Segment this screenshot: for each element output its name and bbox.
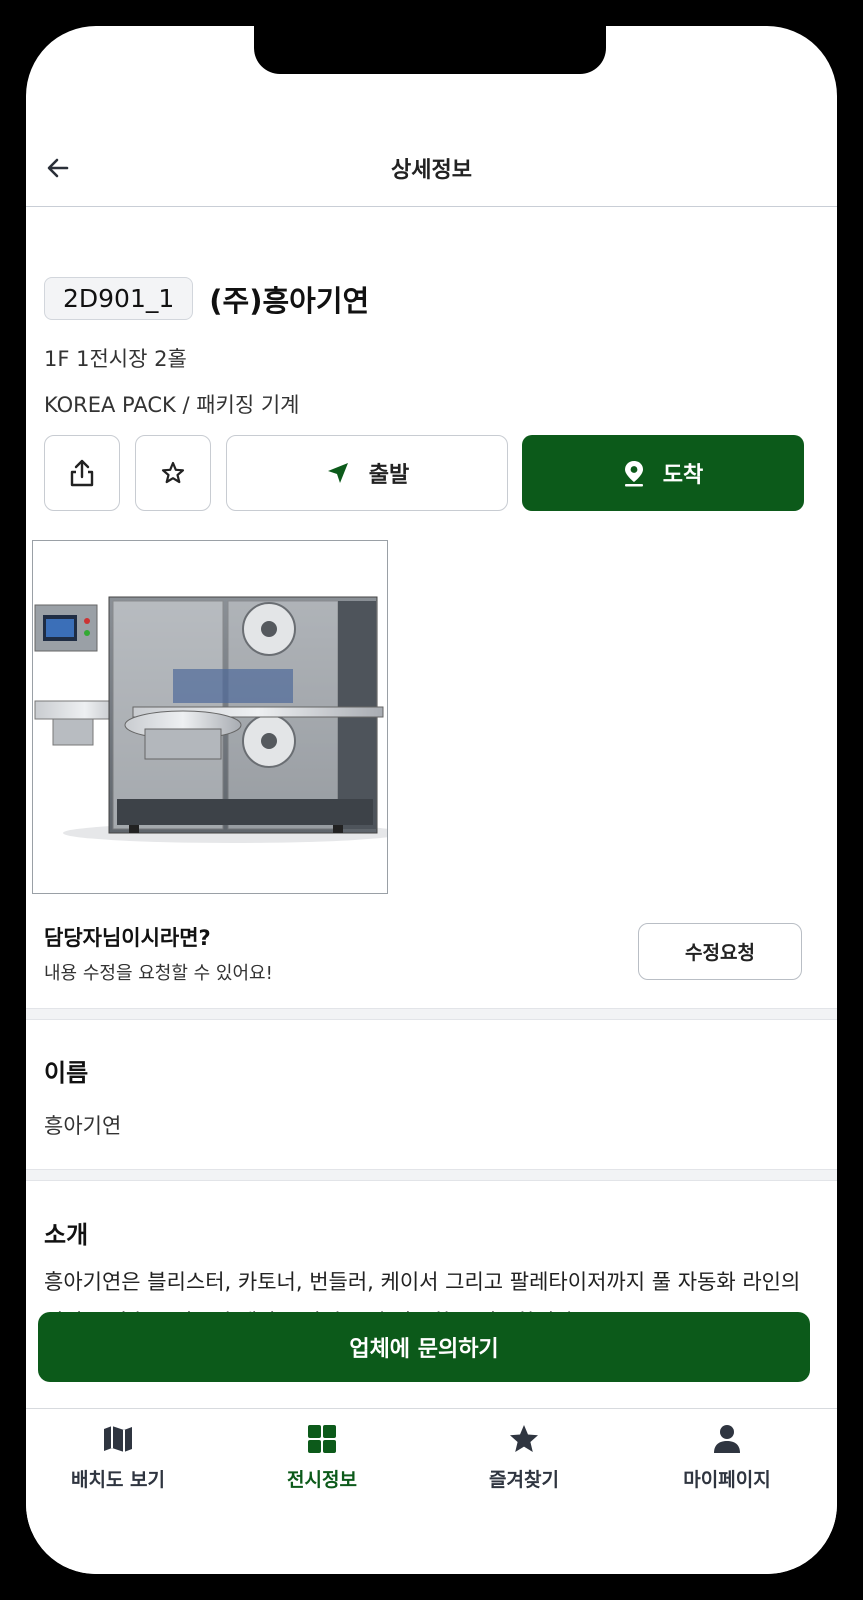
action-buttons: 출발 도착 xyxy=(44,435,804,513)
share-button[interactable] xyxy=(44,435,120,511)
depart-button[interactable]: 출발 xyxy=(226,435,508,511)
intro-heading: 소개 xyxy=(44,1221,89,1249)
notch xyxy=(254,26,606,74)
tab-my-page[interactable]: 마이페이지 xyxy=(637,1423,817,1492)
booth-title-row: 2D901_1 (주)흥아기연 xyxy=(44,277,369,320)
map-icon xyxy=(104,1426,132,1452)
tab-favorites[interactable]: 즐겨찾기 xyxy=(434,1423,614,1492)
tab-label: 배치도 보기 xyxy=(70,1469,165,1491)
name-heading: 이름 xyxy=(44,1059,89,1087)
depart-label: 출발 xyxy=(368,463,410,488)
tab-exhibition-info[interactable]: 전시정보 xyxy=(232,1423,412,1492)
tab-label: 즐겨찾기 xyxy=(489,1469,559,1491)
person-icon xyxy=(714,1425,740,1453)
arrive-label: 도착 xyxy=(662,463,704,488)
bottom-tab-bar: 배치도 보기 전시정보 즐겨찾기 마이페이지 xyxy=(26,1408,837,1574)
star-icon xyxy=(510,1425,538,1452)
section-divider xyxy=(26,1008,837,1020)
top-header: 상세정보 xyxy=(26,130,837,207)
booth-category: KOREA PACK / 패키징 기계 xyxy=(44,393,300,417)
owner-question: 담당자님이시라면? xyxy=(44,926,211,950)
name-value: 흥아기연 xyxy=(44,1114,122,1138)
page-title: 상세정보 xyxy=(391,158,472,183)
booth-code-badge: 2D901_1 xyxy=(44,277,194,320)
tab-label: 마이페이지 xyxy=(683,1469,771,1491)
booth-location: 1F 1전시장 2홀 xyxy=(44,347,187,371)
edit-request-button[interactable]: 수정요청 xyxy=(638,923,802,980)
star-outline-icon xyxy=(161,461,185,484)
tab-label: 전시정보 xyxy=(287,1469,357,1491)
navigation-arrow-icon xyxy=(325,460,351,486)
detail-content[interactable]: 2D901_1 (주)흥아기연 1F 1전시장 2홀 KOREA PACK / … xyxy=(26,207,837,1464)
company-name: (주)흥아기연 xyxy=(209,283,370,318)
section-divider xyxy=(26,1169,837,1181)
tab-floor-map[interactable]: 배치도 보기 xyxy=(28,1423,208,1492)
location-pin-icon xyxy=(623,459,645,487)
contact-company-button[interactable]: 업체에 문의하기 xyxy=(38,1312,810,1382)
product-image xyxy=(32,540,388,894)
share-icon xyxy=(70,459,94,487)
favorite-button[interactable] xyxy=(135,435,211,511)
owner-subtitle: 내용 수정을 요청할 수 있어요! xyxy=(44,963,273,984)
phone-frame: 상세정보 2D901_1 (주)흥아기연 1F 1전시장 2홀 KOREA PA… xyxy=(26,26,837,1574)
grid-icon xyxy=(308,1425,336,1453)
arrive-button[interactable]: 도착 xyxy=(522,435,804,511)
